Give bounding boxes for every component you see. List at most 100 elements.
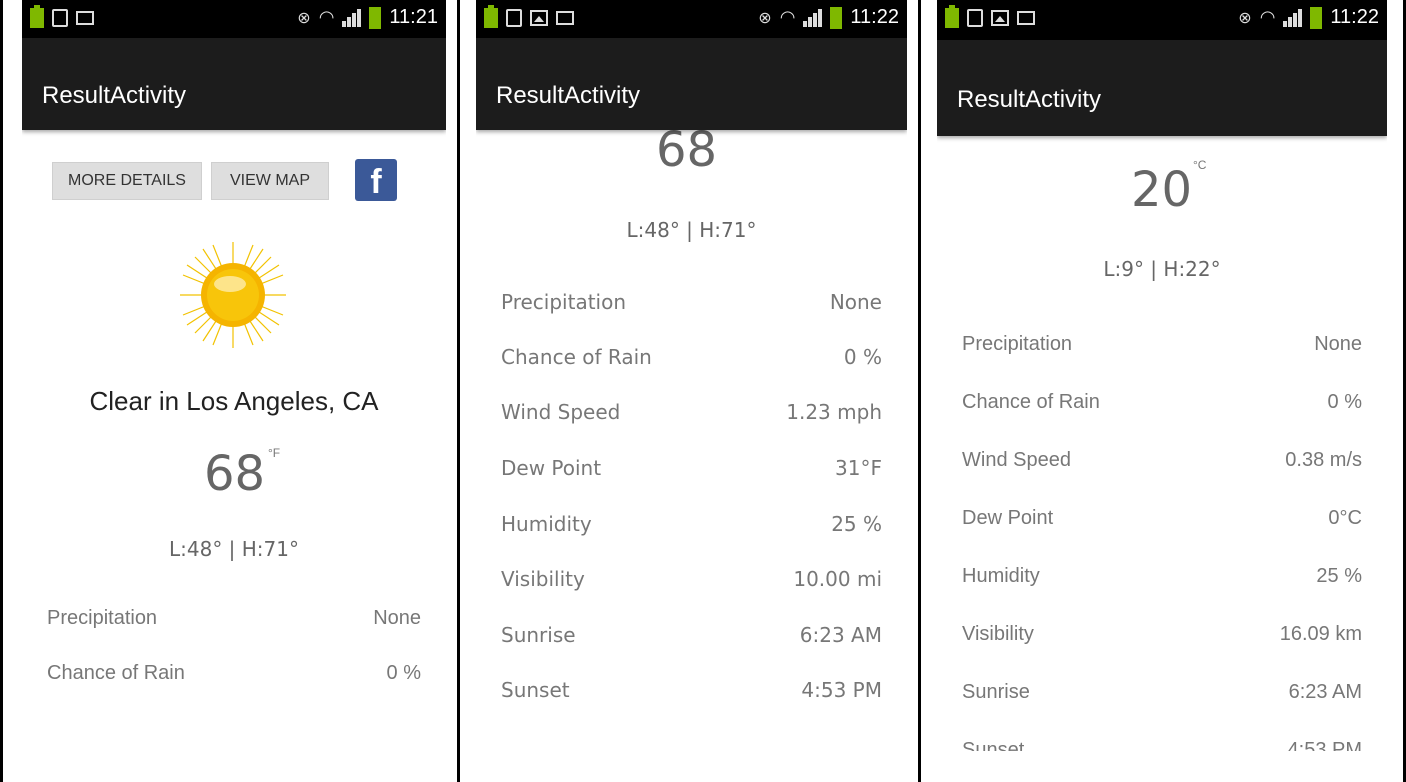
vibrate-icon: ⊗ — [1238, 9, 1252, 27]
sd-card-icon — [506, 9, 522, 27]
sd-card-icon — [52, 9, 68, 27]
detail-value: 0.38 m/s — [1285, 449, 1362, 471]
battery-full-notification-icon — [945, 5, 959, 28]
image-icon — [991, 10, 1009, 26]
detail-label: Sunrise — [962, 681, 1030, 703]
detail-label: Wind Speed — [501, 400, 621, 424]
detail-value: 0 % — [386, 662, 421, 684]
detail-row: Humidity 25 % — [501, 512, 882, 542]
detail-value: 16.09 km — [1279, 623, 1362, 645]
detail-label: Chance of Rain — [47, 662, 185, 684]
wifi-icon: ◠ — [1259, 7, 1276, 27]
status-time: 11:21 — [389, 6, 438, 28]
detail-value: 25 % — [1316, 565, 1362, 587]
status-time: 11:22 — [1330, 6, 1379, 28]
detail-label: Visibility — [962, 623, 1034, 645]
detail-value: 25 % — [831, 512, 882, 536]
detail-row: Wind Speed 1.23 mph — [501, 400, 882, 430]
action-bar-title: ResultActivity — [957, 86, 1102, 113]
low-high-temperature: L:9° | H:22° — [1103, 257, 1221, 281]
detail-value: None — [1314, 333, 1362, 355]
detail-value: 4:53 PM — [801, 678, 882, 702]
detail-row: Precipitation None — [501, 290, 882, 320]
status-bar: ⊗ ◠ 11:22 — [476, 0, 907, 38]
temperature-value: 68 — [204, 446, 266, 502]
battery-full-notification-icon — [30, 5, 44, 28]
detail-row: Precipitation None — [962, 333, 1362, 363]
detail-row: Wind Speed 0.38 m/s — [962, 449, 1362, 479]
vibrate-icon: ⊗ — [297, 9, 311, 27]
signal-icon — [1283, 8, 1303, 27]
detail-label: Humidity — [962, 565, 1040, 587]
detail-label: Chance of Rain — [501, 345, 652, 369]
action-bar-title: ResultActivity — [496, 82, 641, 109]
detail-row: Sunset 4:53 PM — [501, 678, 882, 708]
status-bar: ⊗ ◠ 11:21 — [22, 0, 446, 38]
frame-divider-left — [0, 0, 3, 782]
weather-summary: Clear in Los Angeles, CA — [89, 386, 379, 416]
detail-label: Precipitation — [47, 607, 158, 629]
sun-icon — [180, 242, 286, 348]
detail-row-chance-of-rain: Chance of Rain 0 % — [47, 662, 421, 692]
detail-value: 0 % — [1327, 391, 1362, 413]
vibrate-icon: ⊗ — [758, 9, 772, 27]
facebook-share-button[interactable]: f — [355, 159, 397, 201]
phone-screen-2: 68 L:48° | H:71° Precipitation None Chanc… — [476, 0, 907, 782]
wifi-icon: ◠ — [318, 7, 335, 27]
detail-label: Chance of Rain — [962, 391, 1100, 413]
detail-value: 6:23 AM — [1288, 681, 1362, 703]
battery-icon — [1310, 6, 1323, 29]
detail-row: Sunset 4:53 PM — [962, 739, 1362, 751]
temperature-unit: °C — [1193, 158, 1207, 172]
detail-value: None — [373, 607, 421, 629]
detail-row: Dew Point 31°F — [501, 456, 882, 486]
temperature-value: 68 — [656, 122, 718, 178]
detail-label: Dew Point — [962, 507, 1054, 529]
detail-row: Sunrise 6:23 AM — [962, 681, 1362, 711]
sd-card-icon — [967, 9, 983, 27]
status-bar: ⊗ ◠ 11:22 — [937, 0, 1387, 40]
detail-value: 10.00 mi — [793, 567, 882, 591]
status-time: 11:22 — [850, 6, 899, 28]
detail-row: Visibility 16.09 km — [962, 623, 1362, 653]
detail-label: Sunrise — [501, 623, 576, 647]
battery-full-notification-icon — [484, 5, 498, 28]
phone-screen-1: ⊗ ◠ 11:21 ResultActivity MORE DETAILS VI… — [22, 0, 446, 782]
detail-row: Dew Point 0°C — [962, 507, 1362, 537]
detail-row: Humidity 25 % — [962, 565, 1362, 595]
detail-label: Dew Point — [501, 456, 602, 480]
detail-label: Wind Speed — [962, 449, 1071, 471]
detail-label: Precipitation — [501, 290, 627, 314]
detail-value: 0°C — [1328, 507, 1362, 529]
detail-value: 31°F — [835, 456, 882, 480]
detail-label: Sunset — [501, 678, 570, 702]
action-bar: ResultActivity — [937, 40, 1387, 136]
low-high-temperature: L:48° | H:71° — [168, 537, 299, 561]
notification-icon — [556, 11, 574, 25]
detail-value: 6:23 AM — [799, 623, 882, 647]
notification-icon — [76, 11, 94, 25]
temperature-value: 20 — [1131, 162, 1193, 218]
action-bar: ResultActivity — [476, 38, 907, 130]
frame-divider-1 — [457, 0, 460, 782]
detail-row-precipitation: Precipitation None — [47, 607, 421, 637]
detail-value: None — [829, 290, 882, 314]
phone-screen-3: ⊗ ◠ 11:22 ResultActivity 20 °C L:9° | H:… — [937, 0, 1387, 782]
action-bar-title: ResultActivity — [42, 82, 187, 109]
mail-icon — [1017, 11, 1035, 25]
image-icon — [530, 10, 548, 26]
detail-label: Humidity — [501, 512, 592, 536]
detail-label: Visibility — [501, 567, 585, 591]
detail-value: 0 % — [843, 345, 882, 369]
detail-label: Sunset — [962, 739, 1025, 751]
detail-value: 4:53 PM — [1287, 739, 1362, 751]
detail-label: Precipitation — [962, 333, 1073, 355]
battery-icon — [830, 6, 843, 29]
battery-icon — [369, 6, 382, 29]
view-map-button[interactable]: VIEW MAP — [211, 162, 329, 200]
detail-row: Visibility 10.00 mi — [501, 567, 882, 597]
signal-icon — [803, 8, 823, 27]
more-details-button[interactable]: MORE DETAILS — [52, 162, 202, 200]
detail-value: 1.23 mph — [786, 400, 882, 424]
signal-icon — [342, 8, 362, 27]
